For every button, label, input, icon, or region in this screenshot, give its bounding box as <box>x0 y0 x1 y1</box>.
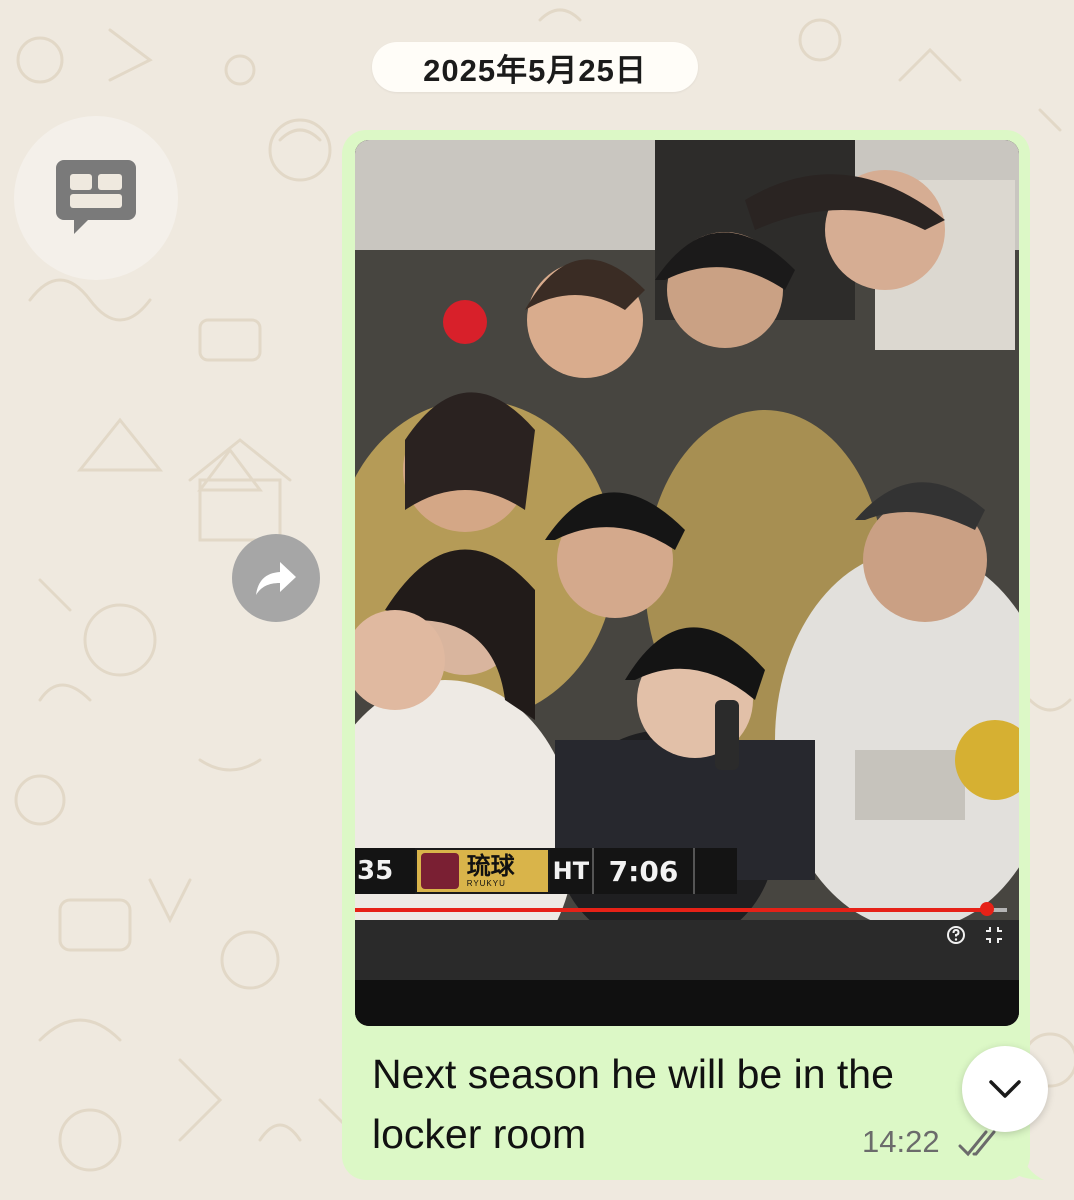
chat-summary-icon <box>56 160 136 234</box>
team-panel: 琉球 RYUKYU <box>414 848 550 894</box>
help-icon[interactable] <box>945 924 967 946</box>
team-name: 琉球 <box>466 852 515 880</box>
exit-fullscreen-icon[interactable] <box>983 924 1005 946</box>
video-progress-fill <box>355 908 988 912</box>
scroll-down-button[interactable] <box>962 1046 1048 1132</box>
forward-button[interactable] <box>232 534 320 622</box>
scoreboard: 35 琉球 RYUKYU HT 7:06 <box>355 848 738 894</box>
left-score: 35 <box>355 848 415 894</box>
team-subtitle: RYUKYU <box>466 879 506 888</box>
chevron-down-icon <box>989 1080 1021 1098</box>
chat-summary-button[interactable] <box>14 116 178 280</box>
team-logo <box>420 853 459 889</box>
period-label: HT <box>549 848 592 894</box>
bubble-tail <box>1000 1150 1044 1180</box>
double-check-icon <box>958 1130 996 1157</box>
game-clock: 7:06 <box>591 848 694 894</box>
video-thumbnail[interactable]: 35 琉球 RYUKYU HT 7:06 <box>355 140 1019 1026</box>
date-separator: 2025年5月25日 <box>372 42 698 92</box>
forward-icon <box>256 562 296 595</box>
video-progress-bar[interactable] <box>355 902 1007 916</box>
message-time: 14:22 <box>862 1124 940 1159</box>
scoreboard-blank <box>693 848 738 894</box>
